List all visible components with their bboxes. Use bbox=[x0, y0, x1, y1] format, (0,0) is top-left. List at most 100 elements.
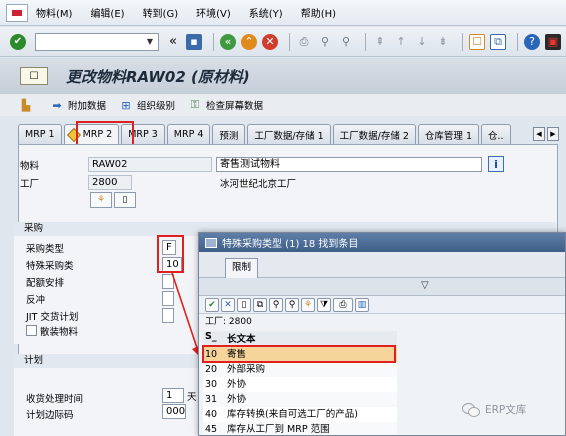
popup-filter-text: 工厂: 2800 bbox=[205, 317, 252, 327]
new-entry-icon[interactable]: ▯ bbox=[237, 297, 251, 312]
document-button[interactable]: ▯ bbox=[114, 192, 136, 208]
tab-mrp2[interactable]: MRP 2 bbox=[63, 124, 120, 144]
first-page-icon[interactable]: ⇞ bbox=[372, 34, 388, 50]
menu-help[interactable]: 帮助(H) bbox=[301, 5, 336, 20]
print-icon[interactable]: ⎙ bbox=[333, 297, 353, 312]
enter-icon[interactable]: ✔ bbox=[10, 33, 26, 50]
check-screen-data-button[interactable]: ⚿ 检查屏幕数据 bbox=[187, 97, 263, 113]
col-text-header[interactable]: 长文本 bbox=[227, 331, 256, 345]
gr-processing-time-unit: 天 bbox=[187, 392, 197, 403]
wechat-icon bbox=[462, 402, 480, 417]
popup-restrictions-toggle[interactable]: ▽ bbox=[199, 278, 565, 296]
back-icon[interactable]: « bbox=[220, 33, 236, 50]
find-next-icon[interactable]: ⚲ bbox=[338, 34, 354, 50]
arrow-right-icon: ➡ bbox=[52, 98, 62, 112]
tab-forecast[interactable]: 预测 bbox=[212, 124, 246, 144]
popup-title-bar: 特殊采购类型 (1) 18 找到条目 bbox=[199, 233, 565, 252]
continue-icon[interactable]: ✔ bbox=[205, 297, 219, 312]
menu-environment[interactable]: 环境(V) bbox=[196, 5, 231, 20]
tab-restrictions[interactable]: 限制 bbox=[225, 258, 259, 278]
last-page-icon[interactable]: ⇟ bbox=[435, 34, 451, 50]
layout-icon[interactable]: ▥ bbox=[355, 297, 369, 312]
menu-material[interactable]: 物料(M) bbox=[36, 5, 72, 20]
cancel-icon[interactable]: ✕ bbox=[221, 297, 235, 312]
tab-strip: MRP 1 MRP 2 MRP 3 MRP 4 预测 工厂数据/存储 1 工厂数… bbox=[18, 124, 558, 144]
separator bbox=[462, 32, 463, 51]
bulk-material-checkbox[interactable] bbox=[26, 325, 37, 336]
separator bbox=[365, 32, 366, 51]
material-icon: ☐ bbox=[20, 67, 48, 85]
cancel-icon[interactable]: ✕ bbox=[262, 33, 278, 50]
popup-toolbar: ✔ ✕ ▯ ⧉ ⚲ ⚲ ⚘ ⧩ ⎙ ▥ bbox=[199, 296, 565, 314]
sap-logo-icon[interactable] bbox=[6, 3, 28, 22]
additional-data-button[interactable]: ➡ 附加数据 bbox=[49, 97, 106, 113]
copy-icon[interactable]: ⧉ bbox=[253, 297, 267, 312]
find-next-icon[interactable]: ⚲ bbox=[285, 297, 299, 312]
tab-mrp3[interactable]: MRP 3 bbox=[121, 124, 165, 144]
menu-goto[interactable]: 转到(G) bbox=[143, 5, 179, 20]
help-icon[interactable]: ? bbox=[524, 33, 540, 50]
watermark: ERP文库 bbox=[462, 402, 526, 417]
document-icon: ▯ bbox=[122, 195, 128, 205]
filter-icon[interactable]: ⧩ bbox=[317, 297, 331, 312]
hierarchy-icon: ⚘ bbox=[96, 195, 106, 205]
tab-scroll-right-icon[interactable]: ▶ bbox=[547, 127, 559, 141]
backflush-label: 反冲 bbox=[26, 295, 46, 306]
quota-arrangement-label: 配额安排 bbox=[26, 278, 65, 289]
popup-tab-strip: 限制 bbox=[199, 252, 565, 278]
menu-bar: 物料(M) 编辑(E) 转到(G) 环境(V) 系统(Y) 帮助(H) bbox=[0, 0, 566, 26]
info-icon[interactable]: i bbox=[488, 156, 504, 172]
find-icon[interactable]: ⚲ bbox=[317, 34, 333, 50]
prev-page-icon[interactable]: ↑ bbox=[393, 34, 409, 50]
list-row[interactable]: 31 外协 bbox=[203, 392, 397, 407]
sm-key-field[interactable]: 000 bbox=[162, 404, 186, 419]
list-row[interactable]: 40 库存转换(来自可选工厂的产品) bbox=[203, 407, 397, 422]
command-field[interactable]: ▼ bbox=[35, 32, 159, 51]
tab-scroll-left-icon[interactable]: ◀ bbox=[533, 127, 545, 141]
gr-processing-time-label: 收货处理时间 bbox=[26, 394, 84, 405]
org-hierarchy-button[interactable]: ⚘ bbox=[90, 192, 112, 208]
tab-mrp4[interactable]: MRP 4 bbox=[166, 124, 211, 144]
menu-edit[interactable]: 编辑(E) bbox=[90, 5, 124, 20]
layout-icon[interactable]: ▣ bbox=[545, 33, 561, 50]
list-row[interactable]: 30 外协 bbox=[203, 377, 397, 392]
menu-system[interactable]: 系统(Y) bbox=[249, 5, 283, 20]
gr-processing-time-field[interactable]: 1 bbox=[162, 388, 184, 403]
overview-button[interactable]: ▙ bbox=[18, 97, 37, 113]
list-row[interactable]: 45 库存从工厂到 MRP 范围 bbox=[203, 422, 397, 435]
print-icon[interactable]: ⎙ bbox=[296, 34, 312, 50]
plant-description: 冰河世纪北京工厂 bbox=[220, 179, 297, 190]
tab-plant-storage1[interactable]: 工厂数据/存储 1 bbox=[247, 124, 331, 144]
chevron-down-icon[interactable]: ▼ bbox=[144, 36, 156, 48]
save-icon[interactable]: ▪ bbox=[186, 33, 202, 50]
tab-warehouse1[interactable]: 仓库管理 1 bbox=[417, 124, 479, 144]
separator bbox=[213, 32, 214, 51]
tab-status-icon bbox=[66, 127, 81, 142]
sm-key-label: 计划边际码 bbox=[26, 410, 74, 421]
tab-mrp1[interactable]: MRP 1 bbox=[18, 124, 62, 144]
exit-icon[interactable]: ⌃ bbox=[241, 33, 257, 50]
procurement-type-label: 采购类型 bbox=[26, 244, 65, 255]
next-page-icon[interactable]: ↓ bbox=[414, 34, 430, 50]
material-label: 物料 bbox=[20, 161, 40, 172]
list-row[interactable]: 10 寄售 bbox=[203, 347, 397, 362]
separator bbox=[289, 32, 290, 51]
org-levels-button[interactable]: ⊞ 组织级别 bbox=[118, 97, 175, 113]
sort-icon[interactable]: ⚘ bbox=[301, 297, 315, 312]
find-icon[interactable]: ⚲ bbox=[269, 297, 283, 312]
material-description-field[interactable]: 寄售测试物料 bbox=[216, 157, 482, 172]
material-field: RAW02 bbox=[88, 157, 212, 172]
tab-more[interactable]: 仓.. bbox=[481, 124, 511, 144]
tab-plant-storage2[interactable]: 工厂数据/存储 2 bbox=[332, 124, 416, 144]
col-code-header[interactable]: S_ bbox=[203, 331, 227, 345]
collapse-icon[interactable]: ▽ bbox=[421, 280, 429, 291]
standard-toolbar: ✔ ▼ « ▪ « ⌃ ✕ ⎙ ⚲ ⚲ ⇞ ↑ ↓ ⇟ ☐ ⧉ ? ▣ bbox=[0, 27, 566, 57]
list-row[interactable]: 20 外部采购 bbox=[203, 362, 397, 377]
procurement-type-field[interactable]: F bbox=[162, 240, 176, 255]
history-back-icon[interactable]: « bbox=[165, 34, 181, 50]
application-toolbar: ▙ ➡ 附加数据 ⊞ 组织级别 ⚿ 检查屏幕数据 bbox=[0, 94, 566, 116]
shortcut-icon[interactable]: ⧉ bbox=[490, 33, 506, 50]
list-header: S_ 长文本 bbox=[203, 331, 397, 346]
create-session-icon[interactable]: ☐ bbox=[469, 33, 485, 50]
separator bbox=[517, 32, 518, 51]
